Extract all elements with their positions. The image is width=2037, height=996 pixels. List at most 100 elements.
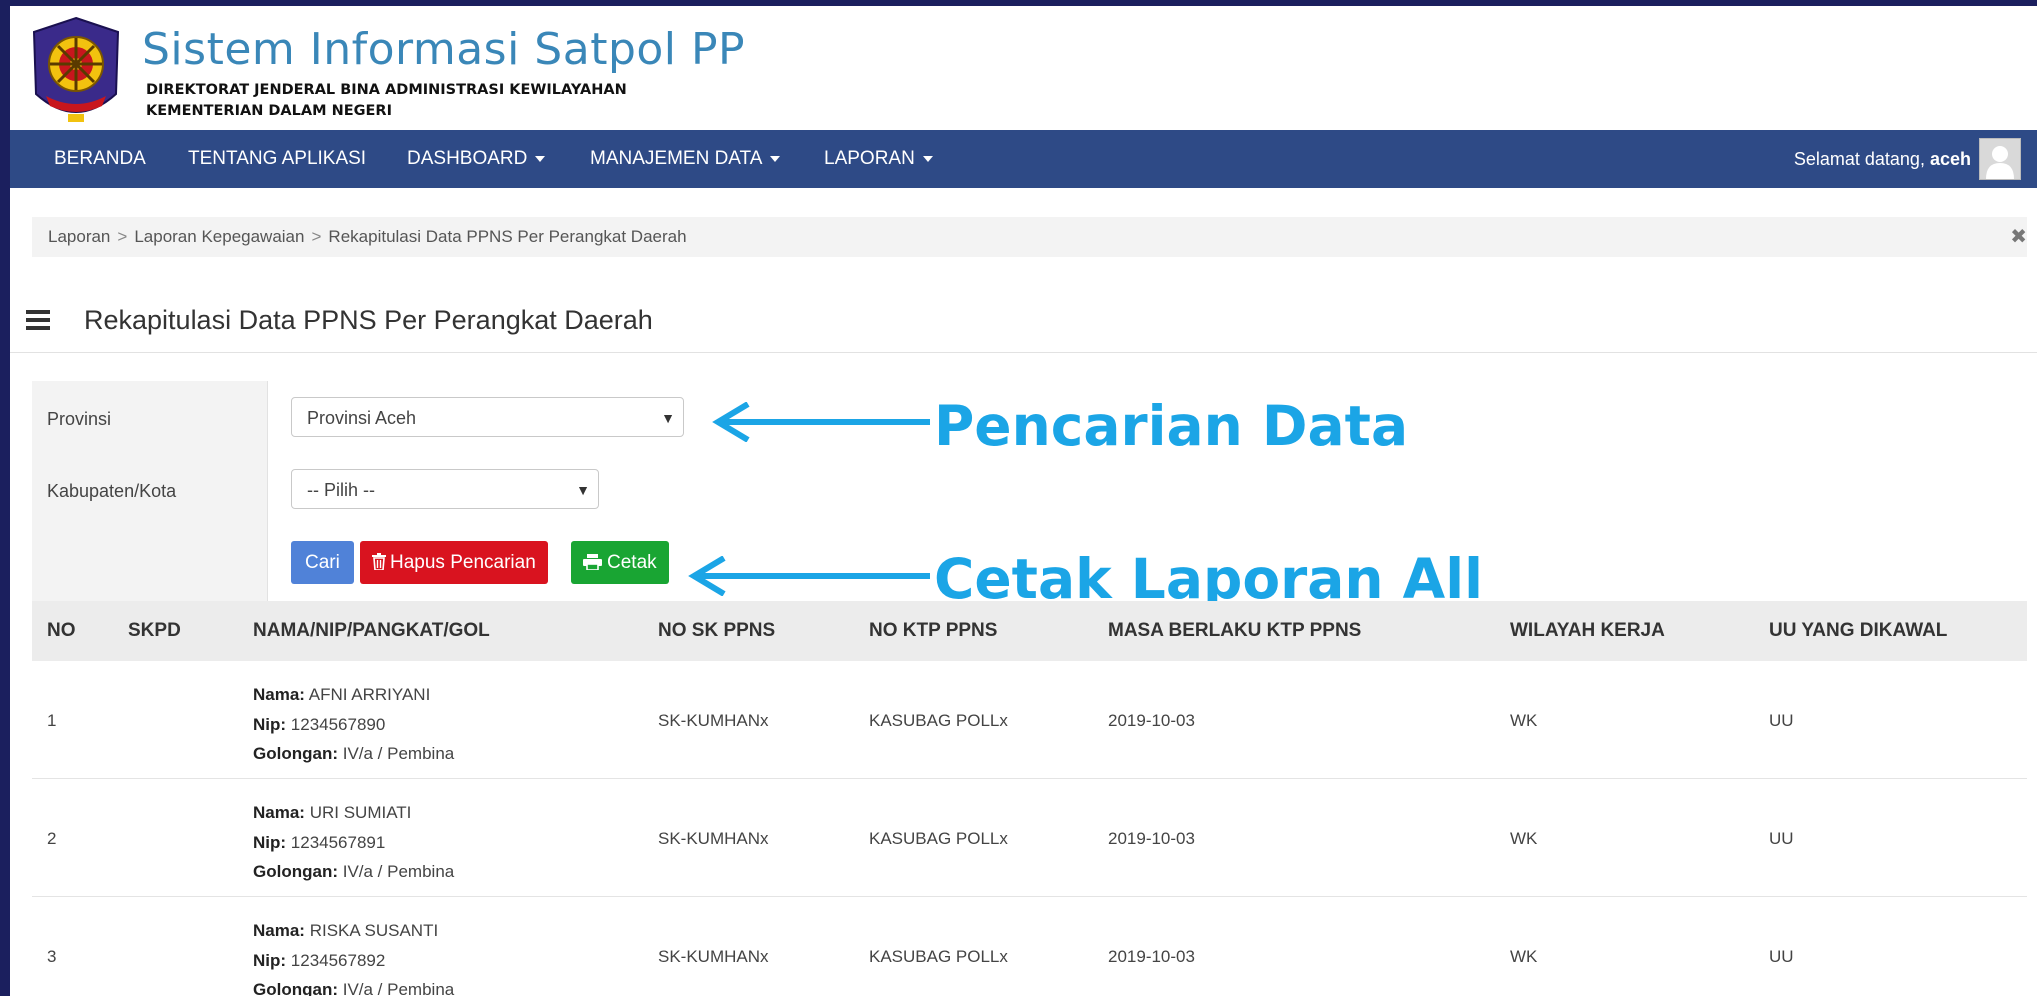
satpol-pp-logo — [32, 16, 120, 122]
cell-wilayah: WK — [1510, 829, 1538, 848]
cell-no-ktp: KASUBAG POLLx — [869, 711, 1008, 730]
cari-button-label: Cari — [305, 552, 340, 573]
app-subtitle-directorate: DIREKTORAT JENDERAL BINA ADMINISTRASI KE… — [146, 82, 627, 98]
cell-uu: UU — [1769, 829, 1794, 848]
annotation-arrow-left-icon — [712, 402, 930, 442]
main-navbar: BERANDA TENTANG APLIKASI DASHBOARD MANAJ… — [10, 130, 2037, 188]
app-window: Sistem Informasi Satpol PP DIREKTORAT JE… — [10, 0, 2037, 996]
nav-label: LAPORAN — [824, 148, 915, 169]
annotation-arrow-left-icon — [688, 556, 930, 596]
nav-manajemen-data[interactable]: MANAJEMEN DATA — [590, 130, 781, 188]
breadcrumb-item-laporan[interactable]: Laporan — [48, 227, 110, 246]
cell-no: 1 — [47, 711, 57, 730]
cell-uu: UU — [1769, 711, 1794, 730]
breadcrumb-item-laporan-kepegawaian[interactable]: Laporan Kepegawaian — [134, 227, 304, 246]
table-row: 1 Nama: AFNI ARRIYANI Nip: 1234567890 Go… — [32, 661, 2027, 779]
provinsi-selected-value: Provinsi Aceh — [307, 408, 417, 428]
dropdown-arrow-icon: ▼ — [661, 410, 675, 426]
cell-no-ktp: KASUBAG POLLx — [869, 829, 1008, 848]
nama-label: Nama: — [253, 685, 305, 704]
nav-tentang-aplikasi[interactable]: TENTANG APLIKASI — [188, 130, 366, 188]
cell-nip: 1234567892 — [290, 950, 386, 970]
cell-nama: URI SUMIATI — [309, 803, 412, 822]
search-labels-column: Provinsi Kabupaten/Kota — [32, 381, 268, 601]
nav-label: DASHBOARD — [407, 148, 528, 169]
table-row: 2 Nama: URI SUMIATI Nip: 1234567891 Golo… — [32, 779, 2027, 897]
chevron-right-icon: > — [117, 227, 128, 246]
cell-wilayah: WK — [1510, 711, 1538, 730]
cell-nip: 1234567891 — [290, 832, 386, 852]
table-row: 3 Nama: RISKA SUSANTI Nip: 1234567892 Go… — [32, 897, 2027, 996]
provinsi-select[interactable]: Provinsi Aceh ▼ — [291, 397, 684, 437]
header-no[interactable]: NO — [47, 601, 76, 661]
nip-label: Nip: — [253, 950, 287, 970]
golongan-label: Golongan: — [253, 980, 338, 996]
caret-down-icon — [535, 155, 546, 162]
user-silhouette-icon — [1986, 146, 2014, 179]
print-icon — [583, 554, 602, 571]
cetak-label: Cetak — [607, 552, 657, 573]
nav-dashboard[interactable]: DASHBOARD — [407, 130, 546, 188]
cell-person: Nama: URI SUMIATI Nip: 1234567891 Golong… — [253, 798, 454, 887]
cell-masa-berlaku: 2019-10-03 — [1108, 829, 1195, 848]
header-nama[interactable]: NAMA/NIP/PANGKAT/GOL — [253, 601, 490, 661]
header-no-ktp-ppns[interactable]: NO KTP PPNS — [869, 601, 997, 661]
hamburger-menu-icon[interactable] — [26, 310, 50, 330]
username: aceh — [1929, 149, 1971, 169]
header-skpd[interactable]: SKPD — [128, 601, 181, 661]
nama-label: Nama: — [253, 803, 305, 822]
nip-label: Nip: — [253, 832, 287, 852]
nav-beranda[interactable]: BERANDA — [54, 130, 146, 188]
nav-laporan[interactable]: LAPORAN — [824, 130, 933, 188]
cell-no-ktp: KASUBAG POLLx — [869, 947, 1008, 966]
nav-label: MANAJEMEN DATA — [590, 148, 763, 169]
cell-golongan: IV/a / Pembina — [342, 744, 455, 763]
cell-no-sk: SK-KUMHANx — [658, 829, 769, 848]
cell-nama: AFNI ARRIYANI — [308, 685, 431, 704]
breadcrumb: Laporan > Laporan Kepegawaian > Rekapitulasi… — [32, 217, 2027, 257]
kabkota-label: Kabupaten/Kota — [47, 481, 177, 501]
header-uu-dikawal[interactable]: UU YANG DIKAWAL — [1769, 601, 1947, 661]
dropdown-arrow-icon: ▼ — [576, 482, 590, 498]
caret-down-icon — [770, 155, 781, 162]
cell-no: 3 — [47, 947, 57, 966]
caret-down-icon — [922, 155, 933, 162]
header-masa-berlaku[interactable]: MASA BERLAKU KTP PPNS — [1108, 601, 1361, 661]
cell-person: Nama: RISKA SUSANTI Nip: 1234567892 Golo… — [253, 916, 454, 996]
golongan-label: Golongan: — [253, 744, 338, 763]
cell-no-sk: SK-KUMHANx — [658, 947, 769, 966]
cell-wilayah: WK — [1510, 947, 1538, 966]
hapus-pencarian-label: Hapus Pencarian — [390, 552, 536, 573]
cell-person: Nama: AFNI ARRIYANI Nip: 1234567890 Golo… — [253, 680, 454, 769]
app-subtitle-ministry: KEMENTERIAN DALAM NEGERI — [146, 103, 392, 119]
table-header: NO SKPD NAMA/NIP/PANGKAT/GOL NO SK PPNS … — [32, 601, 2027, 661]
page-title: Rekapitulasi Data PPNS Per Perangkat Dae… — [84, 305, 653, 335]
kabkota-selected-value: -- Pilih -- — [307, 480, 375, 500]
breadcrumb-item-current: Rekapitulasi Data PPNS Per Perangkat Dae… — [328, 227, 687, 246]
cell-uu: UU — [1769, 947, 1794, 966]
close-icon[interactable]: ✖ — [2010, 217, 2027, 257]
welcome-text[interactable]: Selamat datang, aceh — [1794, 130, 1971, 188]
hapus-pencarian-button[interactable]: Hapus Pencarian — [360, 541, 548, 584]
golongan-label: Golongan: — [253, 862, 338, 881]
cell-no: 2 — [47, 829, 57, 848]
app-header: Sistem Informasi Satpol PP DIREKTORAT JE… — [10, 6, 2037, 130]
welcome-prefix: Selamat datang, — [1793, 149, 1925, 169]
nip-label: Nip: — [253, 714, 287, 734]
header-wilayah-kerja[interactable]: WILAYAH KERJA — [1510, 601, 1665, 661]
nav-label: TENTANG APLIKASI — [188, 148, 367, 169]
cell-no-sk: SK-KUMHANx — [658, 711, 769, 730]
nama-label: Nama: — [253, 921, 305, 940]
annotation-pencarian-data: Pencarian Data — [934, 394, 1409, 458]
cell-nip: 1234567890 — [290, 714, 386, 734]
cari-button[interactable]: Cari — [291, 541, 354, 584]
kabkota-select[interactable]: -- Pilih -- ▼ — [291, 469, 599, 509]
cell-nama: RISKA SUSANTI — [309, 921, 439, 940]
cetak-button[interactable]: Cetak — [571, 541, 669, 584]
cell-masa-berlaku: 2019-10-03 — [1108, 711, 1195, 730]
provinsi-label: Provinsi — [47, 409, 112, 429]
app-title: Sistem Informasi Satpol PP — [142, 24, 746, 75]
avatar[interactable] — [1979, 138, 2021, 180]
header-no-sk-ppns[interactable]: NO SK PPNS — [658, 601, 775, 661]
trash-icon — [372, 553, 386, 571]
